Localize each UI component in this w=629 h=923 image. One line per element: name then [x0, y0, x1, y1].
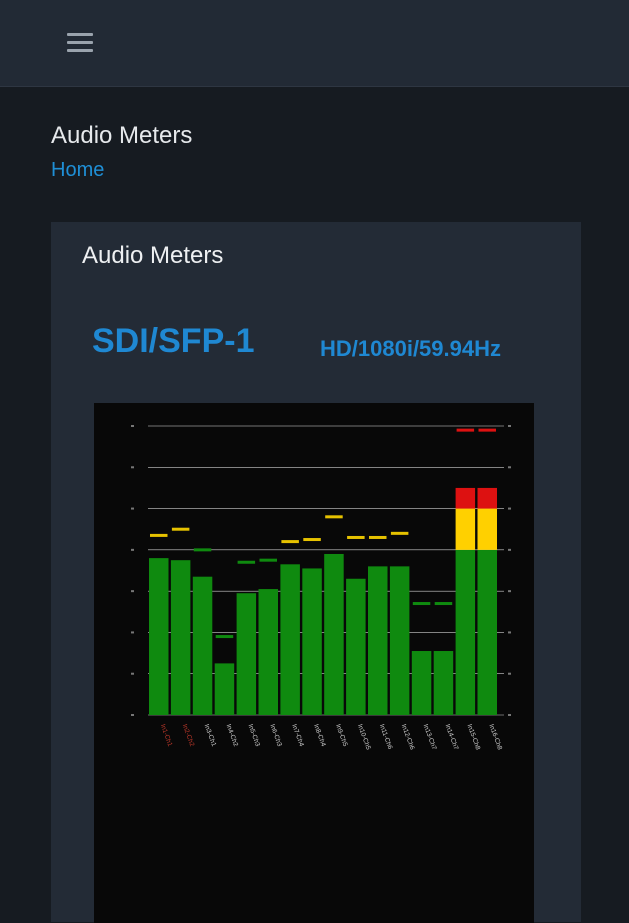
y-tick-right: [508, 425, 511, 427]
channel-label: In13-Ch7: [422, 723, 438, 751]
peak-marker: [412, 602, 431, 606]
y-tick-right: [508, 507, 511, 510]
y-tick-left: [131, 590, 134, 593]
channel-label: In10-Ch5: [356, 723, 372, 751]
y-tick-right: [508, 631, 511, 634]
peak-marker: [369, 535, 387, 539]
top-navbar: [0, 0, 629, 87]
y-tick-left: [131, 466, 134, 469]
channel-label: In14-Ch7: [444, 723, 460, 751]
peak-marker: [456, 428, 475, 432]
peak-marker: [237, 560, 256, 564]
breadcrumb-home-link[interactable]: Home: [51, 159, 104, 182]
meter-bar: [170, 560, 191, 715]
meter-bar: [389, 566, 410, 715]
meter-bar: [192, 576, 213, 715]
meter-bar: [433, 651, 454, 715]
channel-label: In11-Ch6: [378, 723, 394, 750]
y-tick-right: [508, 714, 511, 716]
audio-meters-card: Audio Meters SDI/SFP-1 HD/1080i/59.94Hz …: [51, 222, 581, 923]
y-tick-left: [131, 507, 134, 510]
meter-bar: [477, 508, 497, 550]
meter-bar: [455, 508, 476, 550]
y-tick-right: [508, 672, 511, 675]
meter-bar: [411, 651, 432, 715]
peak-marker: [390, 531, 409, 535]
peak-marker: [193, 548, 212, 552]
channel-label: In16-Ch8: [487, 723, 503, 751]
meter-bar: [346, 578, 366, 715]
channel-label: In4-Ch2: [225, 723, 240, 747]
channel-label: In3-Ch1: [203, 723, 218, 747]
channel-label: In1-Ch1: [159, 723, 174, 747]
y-tick-left: [131, 548, 134, 551]
y-tick-left: [131, 425, 134, 427]
peak-marker: [259, 558, 277, 562]
channel-label: In7-Ch4: [290, 723, 305, 747]
channel-label: In5-Ch3: [246, 723, 261, 747]
peak-marker: [171, 527, 190, 531]
channel-label: In12-Ch6: [400, 723, 416, 751]
meter-bar: [455, 549, 476, 715]
meter-bar: [236, 593, 257, 715]
card-title: Audio Meters: [82, 242, 224, 269]
y-tick-right: [508, 548, 511, 551]
y-tick-left: [131, 631, 134, 634]
channel-label: In2-Ch2: [181, 723, 196, 747]
y-tick-left: [131, 672, 134, 675]
channel-label: In9-Ch5: [334, 723, 349, 747]
channel-label: In6-Ch3: [268, 723, 283, 747]
y-tick-right: [508, 590, 511, 593]
channel-label: In8-Ch4: [312, 723, 327, 747]
audio-meter-chart: In1-Ch1 In2-Ch2 In3-Ch1 In4-Ch2 In5-Ch3 In6-C…: [94, 403, 534, 923]
meter-bar: [302, 568, 322, 715]
peak-marker: [434, 602, 453, 606]
meter-bar: [214, 663, 235, 715]
meter-bar: [477, 487, 497, 509]
peak-marker: [215, 635, 234, 639]
page-title: Audio Meters: [51, 122, 193, 149]
meter-bar: [280, 564, 300, 715]
meter-bar: [149, 558, 169, 715]
source-label: SDI/SFP-1: [92, 322, 255, 360]
y-tick-right: [508, 466, 511, 469]
peak-marker: [303, 538, 321, 542]
peak-marker: [150, 533, 168, 537]
meter-bar: [258, 589, 278, 715]
audio-meter-svg: In1-Ch1 In2-Ch2 In3-Ch1 In4-Ch2 In5-Ch3 In6-C…: [131, 425, 511, 751]
peak-marker: [478, 428, 496, 432]
meter-bar: [477, 549, 497, 715]
peak-marker: [325, 515, 343, 519]
video-format-label: HD/1080i/59.94Hz: [320, 336, 501, 361]
meter-bar: [368, 566, 388, 715]
peak-marker: [347, 535, 365, 539]
meter-bar: [455, 487, 476, 509]
meter-bar: [324, 553, 344, 715]
channel-label: In15-Ch8: [465, 723, 481, 751]
peak-marker: [281, 540, 299, 544]
y-tick-left: [131, 714, 134, 716]
hamburger-menu-icon[interactable]: [64, 28, 96, 58]
